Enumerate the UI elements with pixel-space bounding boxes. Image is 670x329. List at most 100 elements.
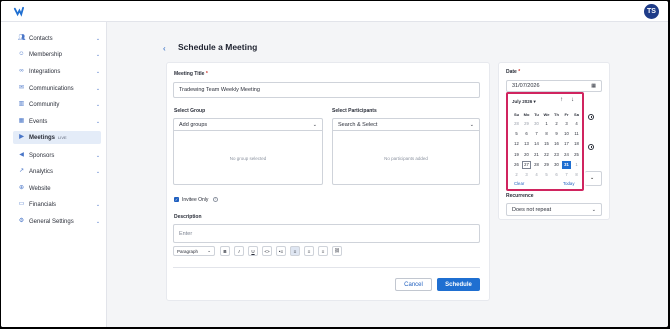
sidebar-item-general-settings[interactable]: ⚙︎ General Settings ⌄	[13, 215, 101, 228]
sidebar-item-meetings[interactable]: ▶ Meetings LIVE	[13, 131, 101, 144]
weekday-header: Fr	[564, 112, 569, 117]
today-button[interactable]: Today	[563, 181, 574, 186]
sidebar-item-contacts[interactable]: 👥︎ Contacts ⌄	[13, 32, 101, 45]
calendar-day[interactable]: 30	[552, 161, 561, 169]
invitee-only-checkbox[interactable]: ✓	[174, 197, 179, 202]
arrow-down-icon[interactable]: ↓	[571, 97, 574, 103]
calendar-day[interactable]: 8	[572, 171, 581, 179]
paragraph-style-label: Paragraph	[177, 248, 199, 254]
top-bar: TS	[1, 1, 668, 22]
align-left-button[interactable]: ≡	[290, 246, 300, 256]
calendar-day[interactable]: 6	[552, 171, 561, 179]
sidebar-item-sponsors[interactable]: ◀ Sponsors ⌄	[13, 149, 101, 162]
align-center-button[interactable]: ≡	[304, 246, 314, 256]
month-year-selector[interactable]: July 2026 ▾	[512, 99, 536, 105]
calendar-day[interactable]: 31	[562, 160, 571, 169]
align-right-button[interactable]: ≡	[318, 246, 328, 256]
clear-button[interactable]: Clear	[514, 181, 524, 186]
chevron-down-icon: ⌄	[95, 218, 101, 225]
cancel-button[interactable]: Cancel	[395, 278, 432, 291]
calendar-day[interactable]: 29	[542, 161, 551, 169]
calendar-day[interactable]: 17	[562, 140, 571, 148]
calendar-day[interactable]: 7	[532, 130, 541, 138]
sidebar-item-communications[interactable]: ✉︎ Communications ⌄	[13, 82, 101, 95]
app-logo-icon[interactable]	[13, 6, 24, 17]
calendar-day[interactable]: 13	[522, 140, 531, 148]
underline-button[interactable]: U	[248, 246, 258, 256]
weekday-header: Tu	[534, 112, 539, 117]
sidebar-item-analytics[interactable]: ↗ Analytics ⌄	[13, 165, 101, 178]
dropdown-edge[interactable]: ⌄	[585, 171, 602, 186]
sidebar-item-integrations[interactable]: ∞ Integrations ⌄	[13, 65, 101, 78]
calendar-day[interactable]: 18	[572, 140, 581, 148]
bold-button[interactable]: B	[220, 246, 230, 256]
arrow-up-icon[interactable]: ↑	[560, 97, 563, 103]
meeting-title-input[interactable]: Tradewing Team Weekly Meeting	[173, 82, 480, 98]
calendar-day[interactable]: 5	[542, 171, 551, 179]
sidebar-item-financials[interactable]: ▭ Financials ⌄	[13, 198, 101, 211]
clock-icon[interactable]	[588, 114, 594, 120]
recurrence-select[interactable]: Does not repeat ⌄	[506, 203, 602, 216]
calendar-day[interactable]: 25	[572, 151, 581, 159]
chevron-left-icon[interactable]: ‹	[163, 44, 166, 53]
link-button[interactable]: ⛓	[332, 246, 342, 256]
chevron-down-icon: ⌄	[95, 85, 101, 92]
calendar-day[interactable]: 27	[522, 160, 531, 169]
calendar-day[interactable]: 28	[532, 161, 541, 169]
sidebar-item-website[interactable]: ⊕ Website	[13, 182, 101, 195]
sidebar-item-label: Events	[29, 118, 48, 125]
chevron-down-icon: ⌄	[95, 68, 101, 75]
calendar-day[interactable]: 28	[512, 120, 521, 128]
calendar-day[interactable]: 24	[562, 151, 571, 159]
date-input[interactable]: 31/07/2026 ▦	[506, 80, 602, 92]
sidebar-item-label: Meetings LIVE	[29, 134, 67, 141]
calendar-day[interactable]: 2	[552, 120, 561, 128]
clock-icon[interactable]	[588, 144, 594, 150]
calendar-day[interactable]: 8	[542, 130, 551, 138]
bullet-list-button[interactable]: •≡	[276, 246, 286, 256]
schedule-button[interactable]: Schedule	[437, 278, 480, 291]
sidebar-item-membership[interactable]: ☺︎ Membership ⌄	[13, 48, 101, 61]
calendar-day[interactable]: 3	[522, 171, 531, 179]
description-input[interactable]: Enter	[173, 224, 480, 243]
calendar-icon[interactable]: ▦	[591, 83, 596, 89]
calendar-day[interactable]: 7	[562, 171, 571, 179]
calendar-day[interactable]: 29	[522, 120, 531, 128]
calendar-day[interactable]: 23	[552, 151, 561, 159]
calendar-day[interactable]: 12	[512, 140, 521, 148]
calendar-day[interactable]: 19	[512, 151, 521, 159]
chevron-down-icon: ⌄	[207, 248, 211, 253]
calendar-day[interactable]: 3	[562, 120, 571, 128]
calendar-day[interactable]: 11	[572, 130, 581, 138]
calendar-day[interactable]: 15	[542, 140, 551, 148]
calendar-day[interactable]: 22	[542, 151, 551, 159]
select-participants-dropdown[interactable]: Search & Select ⌄	[333, 119, 479, 131]
info-icon[interactable]: i	[213, 197, 218, 202]
date-picker-popup: July 2026 ▾ ↑ ↓ Su Mo Tu We Th Fr Sa 28 29 30 1 2 3 4…	[506, 92, 584, 191]
calendar-day[interactable]: 16	[552, 140, 561, 148]
weekday-header: Sa	[574, 112, 579, 117]
calendar-day[interactable]: 9	[552, 130, 561, 138]
italic-button[interactable]: I	[234, 246, 244, 256]
recurrence-value: Does not repeat	[512, 206, 552, 213]
calendar-day[interactable]: 6	[522, 130, 531, 138]
sidebar-item-events[interactable]: ▦ Events ⌄	[13, 115, 101, 128]
chevron-down-icon: ⌄	[95, 201, 101, 208]
calendar-day[interactable]: 26	[512, 161, 521, 169]
code-button[interactable]: <>	[262, 246, 272, 256]
calendar-day[interactable]: 21	[532, 151, 541, 159]
avatar[interactable]: TS	[644, 4, 659, 19]
calendar-day[interactable]: 4	[532, 171, 541, 179]
sidebar-item-community[interactable]: ▥ Community ⌄	[13, 98, 101, 111]
select-group-dropdown[interactable]: Add groups ⌄	[174, 119, 322, 131]
calendar-day[interactable]: 14	[532, 140, 541, 148]
calendar-day[interactable]: 30	[532, 120, 541, 128]
calendar-day[interactable]: 1	[542, 120, 551, 128]
calendar-day[interactable]: 1	[572, 161, 581, 169]
calendar-day[interactable]: 5	[512, 130, 521, 138]
calendar-day[interactable]: 2	[512, 171, 521, 179]
paragraph-style-select[interactable]: Paragraph ⌄	[173, 246, 215, 256]
calendar-day[interactable]: 20	[522, 151, 531, 159]
calendar-day[interactable]: 10	[562, 130, 571, 138]
calendar-day[interactable]: 4	[572, 120, 581, 128]
